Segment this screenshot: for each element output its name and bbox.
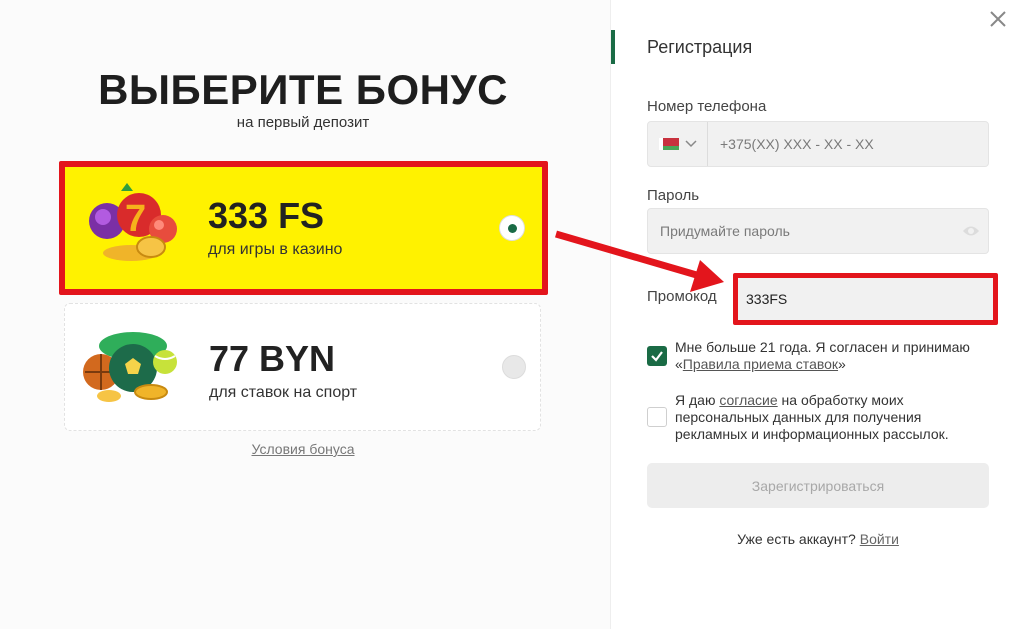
- registration-panel: Регистрация Номер телефона +375(XX) XXX …: [610, 0, 1024, 629]
- bonus-terms-link[interactable]: Условия бонуса: [0, 441, 606, 457]
- bonus-amount: 333 FS: [208, 195, 325, 236]
- close-icon[interactable]: [987, 8, 1009, 30]
- bonus-subtitle: на первый депозит: [236, 114, 370, 131]
- data-consent-text: Я даю согласие на обработку моих персона…: [675, 392, 949, 442]
- consent-link[interactable]: согласие: [719, 392, 777, 408]
- country-selector[interactable]: [648, 122, 708, 166]
- eye-icon[interactable]: [962, 224, 980, 238]
- bonus-description: для ставок на спорт: [209, 384, 358, 401]
- bonus-description: для игры в казино: [208, 241, 343, 258]
- promo-field[interactable]: 333FS: [733, 273, 998, 325]
- promo-input[interactable]: 333FS: [746, 278, 787, 320]
- bonus-card-casino[interactable]: 7 333 FS для игры в казино: [59, 161, 548, 295]
- svg-text:7: 7: [125, 198, 146, 240]
- bonus-card-sport[interactable]: 77 BYN для ставок на спорт: [64, 303, 541, 431]
- register-button[interactable]: Зарегистрироваться: [647, 463, 989, 508]
- sport-balls-icon: [83, 332, 177, 402]
- slot-fruits-icon: 7: [89, 183, 177, 261]
- login-row: Уже есть аккаунт? Войти: [737, 531, 899, 547]
- phone-label: Номер телефона: [647, 98, 767, 115]
- bonus-radio-selected[interactable]: [500, 216, 524, 240]
- password-field[interactable]: Придумайте пароль: [647, 208, 989, 254]
- phone-field[interactable]: +375(XX) XXX - XX - XX: [647, 121, 989, 167]
- password-label: Пароль: [647, 187, 700, 204]
- registration-title: Регистрация: [647, 37, 753, 57]
- belarus-flag-icon: [658, 138, 679, 150]
- checkmark-icon: [651, 351, 663, 362]
- bonus-amount: 77 BYN: [209, 338, 336, 379]
- betting-rules-link[interactable]: Правила приема ставок: [683, 356, 838, 372]
- age-consent-checkbox[interactable]: [647, 346, 667, 366]
- bonus-title: ВЫБЕРИТЕ БОНУС: [98, 66, 508, 113]
- chevron-down-icon: [684, 140, 697, 148]
- password-input[interactable]: Придумайте пароль: [660, 209, 790, 253]
- title-accent-bar: [611, 30, 615, 64]
- phone-input[interactable]: +375(XX) XXX - XX - XX: [720, 122, 874, 166]
- data-consent-checkbox[interactable]: [647, 407, 667, 427]
- promo-label: Промокод: [647, 288, 717, 305]
- age-consent-text: Мне больше 21 года. Я согласен и принима…: [675, 339, 970, 372]
- bonus-radio-unselected[interactable]: [502, 355, 526, 379]
- bonus-panel: ВЫБЕРИТЕ БОНУС на первый депозит 7 333 F…: [0, 0, 610, 629]
- login-link[interactable]: Войти: [860, 531, 899, 547]
